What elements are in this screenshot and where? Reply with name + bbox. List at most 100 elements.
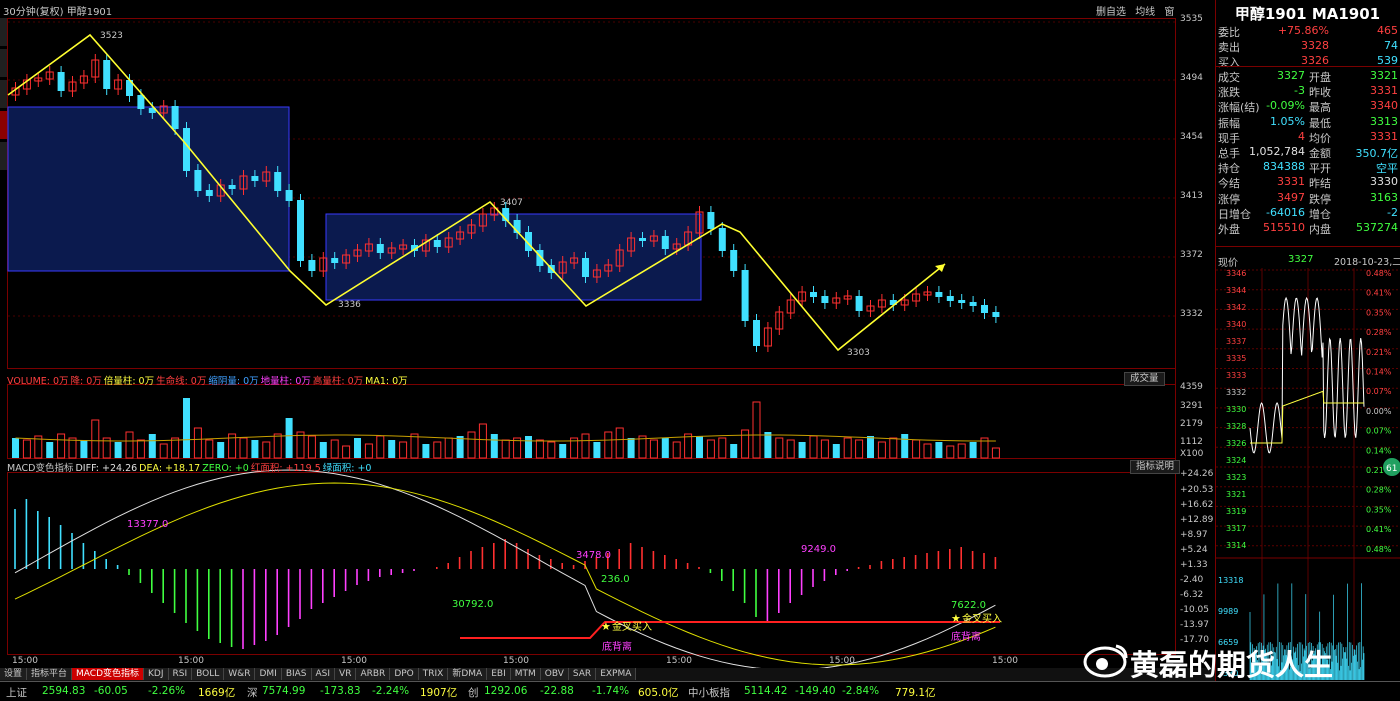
intraday-price-tick: 3342 — [1226, 303, 1246, 312]
indicator-tab[interactable]: 新DMA — [448, 668, 488, 680]
current-price-value: 3327 — [1288, 254, 1314, 265]
indicator-tab[interactable]: DPO — [390, 668, 419, 680]
indicator-tab[interactable]: MACD变色指标 — [72, 668, 145, 680]
volume-bar — [593, 442, 601, 458]
candle-body — [582, 258, 589, 277]
indicator-tab[interactable]: KDJ — [144, 668, 169, 680]
area-label: 3478.0 — [576, 550, 611, 561]
time-tick: 15:00 — [341, 656, 367, 666]
volume-bar — [273, 433, 282, 459]
volume-bar — [991, 447, 1000, 459]
candle-body — [958, 300, 966, 303]
candlestick-chart[interactable]: 3523 3407 3336 3303 3535 3494 3454 3413 … — [0, 0, 1215, 668]
indicator-tab-bar: 设置 指标平台 MACD变色指标 KDJ RSI BOLL W&R DMI BIAS ASI VR A… — [0, 668, 1215, 681]
swing-high-label: 3407 — [500, 198, 523, 208]
status-item: 深 — [247, 687, 258, 699]
area-label: 30792.0 — [452, 599, 493, 610]
candle-body — [753, 320, 760, 346]
volume-bar — [867, 436, 874, 458]
candle-body — [969, 302, 977, 306]
indicator-value: 缩阴量: 0万 — [208, 376, 259, 387]
indicator-tab[interactable]: BIAS — [281, 668, 312, 680]
intraday-price-tick: 3344 — [1226, 286, 1246, 295]
status-item: 上证 — [6, 687, 27, 699]
status-item: 605.0亿 — [638, 687, 679, 699]
quote-volume: 74 — [1384, 39, 1398, 52]
volume-bar — [388, 440, 396, 458]
volume-bar — [764, 432, 772, 458]
time-tick: 15:00 — [178, 656, 204, 666]
indicator-tab[interactable]: BOLL — [192, 668, 225, 680]
quote-value: 3163 — [1370, 190, 1398, 204]
indicator-tab[interactable]: VR — [335, 668, 357, 680]
candle-body — [57, 72, 65, 91]
indicator-tab[interactable]: ARBR — [356, 668, 391, 680]
intraday-pct-tick: 0.48% — [1366, 545, 1392, 554]
quote-label: 开盘 — [1309, 71, 1331, 84]
quote-label: 最低 — [1309, 116, 1331, 130]
indicator-help-button[interactable]: 指标说明 — [1130, 460, 1181, 474]
quote-label: 今结 — [1218, 177, 1240, 191]
quote-row: 涨幅(结) -0.09% 最高 3340 — [1218, 99, 1398, 114]
quote-value: +75.86% — [1277, 24, 1329, 37]
macd-tick: +12.89 — [1180, 515, 1214, 525]
volume-bar — [877, 441, 886, 459]
volume-bar — [148, 434, 156, 458]
indicator-value: MACD变色指标 — [7, 463, 74, 474]
volume-bar — [775, 437, 784, 459]
quote-value: 515510 — [1263, 221, 1305, 234]
indicator-tab[interactable]: DMI — [255, 668, 282, 680]
macd-tick: -6.32 — [1180, 590, 1203, 600]
buy-star-icon: ★ — [951, 612, 961, 625]
status-item: 5114.42 — [744, 685, 788, 697]
candle-body — [718, 228, 726, 251]
quote-label: 昨结 — [1309, 177, 1331, 191]
quote-row: 涨跌 -3 昨收 3331 — [1218, 84, 1398, 99]
volume-bar — [342, 445, 351, 459]
volume-header: VOLUME: 0万 降: 0万 倍量柱: 0万 生命线: 0万 缩阴量: 0万 地量柱:… — [7, 373, 1169, 387]
indicator-tab[interactable]: RSI — [168, 668, 193, 680]
quote-label: 总手 — [1218, 147, 1240, 160]
volume-bar — [935, 442, 943, 458]
volume-select-button[interactable]: 成交量 — [1124, 372, 1165, 386]
quote-value: 3330 — [1370, 175, 1398, 189]
volume-tick: 1112 — [1180, 437, 1203, 447]
quote-label: 振幅 — [1218, 116, 1240, 130]
volume-bar — [889, 437, 898, 459]
macd-tick: -10.05 — [1180, 605, 1209, 615]
indicator-tab[interactable]: 设置 — [0, 668, 28, 680]
indicator-tab[interactable]: EBI — [487, 668, 511, 680]
volume-bar — [501, 439, 510, 459]
indicator-tab[interactable]: EXPMA — [596, 668, 637, 680]
intraday-chart[interactable]: 3346 3344 3342 3340 3337 3335 3333 3332 3330 3328… — [1216, 268, 1400, 680]
volume-tick: 3291 — [1180, 401, 1203, 411]
intraday-pct-tick: 0.14% — [1366, 446, 1392, 455]
macd-tick: +24.26 — [1180, 469, 1214, 479]
volume-bar — [730, 444, 738, 458]
intraday-pct-tick: 0.28% — [1366, 328, 1392, 337]
indicator-tab[interactable]: 指标平台 — [27, 668, 73, 680]
volume-bar — [696, 436, 703, 458]
indicator-tab[interactable]: TRIX — [418, 668, 449, 680]
status-item: -173.83 — [320, 685, 361, 697]
indicator-tab[interactable]: OBV — [540, 668, 569, 680]
volume-bar — [604, 431, 613, 459]
indicator-value: 红面积: +119.5 — [250, 463, 321, 474]
candle-body — [821, 296, 829, 303]
area-label: 236.0 — [601, 574, 630, 585]
quote-value: -3 — [1294, 84, 1305, 98]
volume-tick: 4359 — [1180, 382, 1203, 392]
volume-bar — [410, 433, 419, 459]
time-tick: 15:00 — [829, 656, 855, 666]
volume-tick: X100 — [1180, 449, 1204, 459]
volume-bar — [217, 442, 225, 458]
indicator-tab[interactable]: SAR — [568, 668, 597, 680]
quote-value: 350.7亿 — [1355, 147, 1399, 160]
volume-tick: 2179 — [1180, 419, 1203, 429]
macd-tick: +16.62 — [1180, 500, 1213, 510]
indicator-tab[interactable]: W&R — [224, 668, 256, 680]
indicator-tab[interactable]: MTM — [510, 668, 541, 680]
volume-bar — [251, 440, 259, 458]
candle-body — [331, 258, 339, 263]
indicator-tab[interactable]: ASI — [311, 668, 336, 680]
